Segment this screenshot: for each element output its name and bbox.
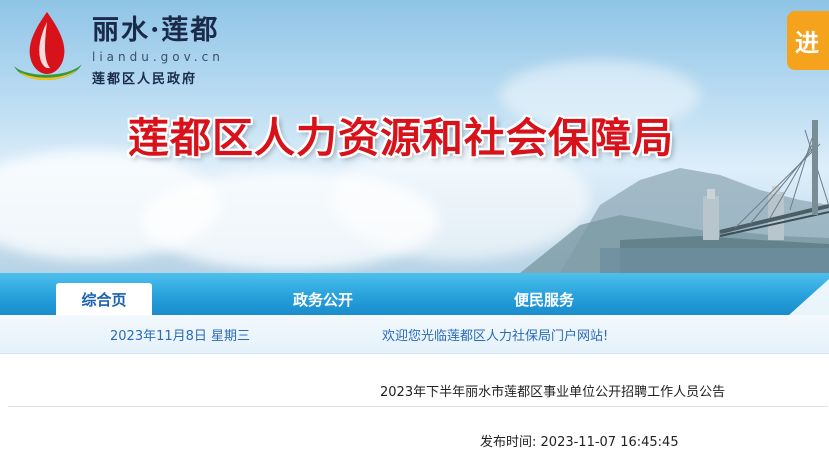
divider [8,406,828,407]
info-bar: 2023年11月8日 星期三 欢迎您光临莲都区人力社保局门户网站! [0,315,829,354]
tab-public-services[interactable]: 便民服务 [494,283,594,315]
site-subtitle: 莲都区人民政府 [92,72,198,87]
nav-corner-decoration [789,279,829,315]
current-date: 2023年11月8日 星期三 [110,329,251,344]
lotus-logo-icon [14,12,82,81]
article-title: 2023年下半年丽水市莲都区事业单位公开招聘工作人员公告 [380,385,726,400]
tab-government-affairs[interactable]: 政务公开 [273,283,373,315]
main-nav: 综合页 政务公开 便民服务 [0,273,829,315]
publish-time: 2023-11-07 16:45:45 [540,435,679,450]
site-domain: liandu.gov.cn [92,50,224,64]
tab-overview[interactable]: 综合页 [56,283,152,315]
header-banner: 丽水·莲都 liandu.gov.cn 莲都区人民政府 莲都区人力资源和社会保障… [0,0,829,273]
page-title: 莲都区人力资源和社会保障局 [128,114,674,162]
publish-label: 发布时间: [480,435,537,450]
publish-info: 发布时间: 2023-11-07 16:45:45 [480,431,679,450]
site-name: 丽水·莲都 [92,15,220,46]
welcome-message: 欢迎您光临莲都区人力社保局门户网站! [382,329,609,344]
enter-button[interactable]: 进 [787,11,829,70]
